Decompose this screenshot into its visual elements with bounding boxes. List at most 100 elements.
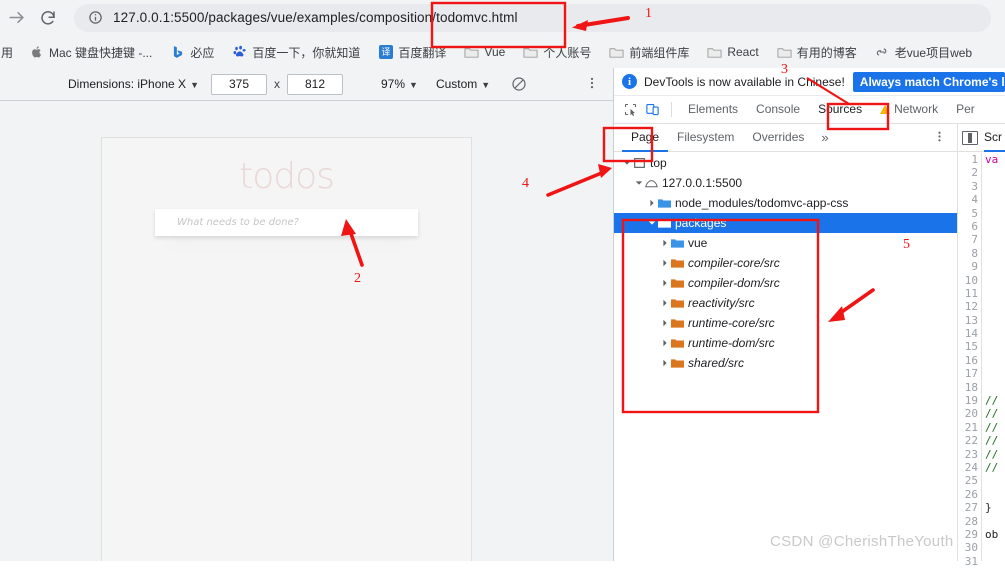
annotation-number: 1 [645,6,652,21]
bookmark-item[interactable]: 百度一下，你就知道 [227,40,365,64]
folder-icon [609,45,624,60]
tree-item-origin[interactable]: 127.0.0.1:5500 [614,173,957,193]
code-line: ob [985,527,999,541]
zoom-value: 97% [380,77,406,91]
show-navigator-icon[interactable] [962,130,978,145]
bookmark-label: 有用的博客 [796,45,857,60]
always-match-language-button[interactable]: Always match Chrome's lan [852,71,1005,92]
dimensions-dropdown[interactable]: Dimensions: iPhone X ▼ [68,77,199,91]
viewport-width-input[interactable]: 375 [210,73,267,95]
tree-item-compiler-dom[interactable]: compiler-dom/src [614,273,957,293]
bookmark-item[interactable]: 有用的博客 [772,40,862,64]
warning-triangle-icon [880,105,891,114]
tree-item-top[interactable]: top [614,153,957,173]
tab-network[interactable]: Network [871,96,947,123]
zoom-dropdown[interactable]: 97% ▼ [381,77,418,91]
chevron-down-icon: ▼ [409,80,418,90]
new-todo-input[interactable] [155,210,418,235]
chevron-right-icon[interactable] [660,359,670,367]
nav-tab-overrides[interactable]: Overrides [743,124,813,151]
chevron-down-icon[interactable] [634,179,644,187]
tree-item-label: runtime-core/src [688,316,775,330]
chevron-right-icon[interactable] [660,339,670,347]
nav-tab-page[interactable]: Page [622,124,669,152]
folder-icon [777,45,792,60]
bookmark-item[interactable]: React [702,40,763,64]
chevron-right-icon[interactable] [660,239,670,247]
tree-item-label: reactivity/src [688,296,755,310]
tab-console[interactable]: Console [747,96,809,123]
annotation-number: 2 [354,271,361,286]
bookmark-item[interactable]: Mac 键盘快捷键 -... [24,40,157,64]
tree-item-node-modules[interactable]: node_modules/todomvc-app-css [614,193,957,213]
kebab-menu-icon[interactable] [585,76,601,92]
tree-item-packages[interactable]: packages [614,213,957,233]
device-toolbar-icon[interactable] [642,100,662,120]
reload-icon[interactable] [34,4,62,32]
navigator-tabbar: Page Filesystem Overrides » [614,124,957,152]
info-circle-icon: i [622,74,637,89]
bookmark-item[interactable]: 个人账号 [518,40,596,64]
kebab-menu-icon[interactable] [933,130,947,144]
throttling-dropdown[interactable]: Custom ▼ [436,77,490,91]
line-number: 6 [971,219,978,233]
bookmark-item[interactable]: 用 [0,40,18,64]
tab-elements[interactable]: Elements [679,96,747,123]
arrow-right-icon[interactable] [2,4,30,32]
line-number: 9 [971,260,978,274]
chevron-right-icon[interactable] [660,259,670,267]
line-number: 16 [964,353,978,367]
nav-tab-filesystem[interactable]: Filesystem [668,124,743,151]
code-editor[interactable]: 1 2 3 4 5 6 7 8 9 10 11 12 13 14 15 16 17 18 19 20 21 22 23 24 2… [958,153,1005,568]
chevron-right-icon[interactable] [660,279,670,287]
folder-icon [464,45,479,60]
bookmark-item[interactable]: Vue [459,40,510,64]
line-number: 27 [964,501,978,515]
chevron-right-icon[interactable] [660,299,670,307]
code-content[interactable]: va////////////} ob [982,153,998,561]
annotation-number: 4 [522,176,529,191]
inspect-element-icon[interactable] [620,100,640,120]
chevron-down-icon[interactable] [622,159,632,167]
tree-item-runtime-core[interactable]: runtime-core/src [614,313,957,333]
folder-orange-icon [670,358,684,369]
chevron-down-icon[interactable] [647,219,657,227]
bookmark-item[interactable]: 译 百度翻译 [373,40,451,64]
bookmark-item[interactable]: 老vue项目web [870,40,977,64]
chevron-right-icon[interactable] [660,319,670,327]
bookmark-item[interactable]: 必应 [165,40,219,64]
editor-file-tab[interactable]: Scr [984,124,1005,152]
devtools-language-banner: i DevTools is now available in Chinese! … [614,68,1005,96]
annotation-number: 5 [903,237,910,252]
tree-item-label: compiler-core/src [688,256,780,270]
bookmark-label: React [727,45,759,59]
address-bar[interactable]: 127.0.0.1:5500/packages/vue/examples/com… [74,3,991,32]
baidu-icon [232,45,247,60]
tab-performance[interactable]: Per [947,96,984,123]
bing-icon [170,45,185,60]
line-number: 8 [971,246,978,260]
no-throttling-icon[interactable] [510,75,528,93]
source-editor-pane: Scr 1 2 3 4 5 6 7 8 9 10 11 12 13 14 15 16 17 18 19 20 21 22 2… [957,124,1005,568]
folder-orange-icon [670,318,684,329]
code-line: va [985,153,999,166]
tab-sources[interactable]: Sources [809,96,871,123]
device-emulation-toolbar: Dimensions: iPhone X ▼ 375 x 812 97% ▼ Cus… [0,68,613,101]
tree-item-compiler-core[interactable]: compiler-core/src [614,253,957,273]
more-tabs-chevron-icon[interactable]: » [813,130,836,145]
tree-item-label: 127.0.0.1:5500 [662,176,743,190]
viewport-height-input[interactable]: 812 [286,73,343,95]
tree-item-reactivity[interactable]: reactivity/src [614,293,957,313]
tree-item-shared[interactable]: shared/src [614,353,957,373]
chevron-right-icon[interactable] [647,199,657,207]
bookmark-item[interactable]: 前端组件库 [604,40,694,64]
info-circle-icon[interactable] [88,10,104,26]
bookmark-label: 百度翻译 [398,45,447,60]
tree-item-runtime-dom[interactable]: runtime-dom/src [614,333,957,353]
